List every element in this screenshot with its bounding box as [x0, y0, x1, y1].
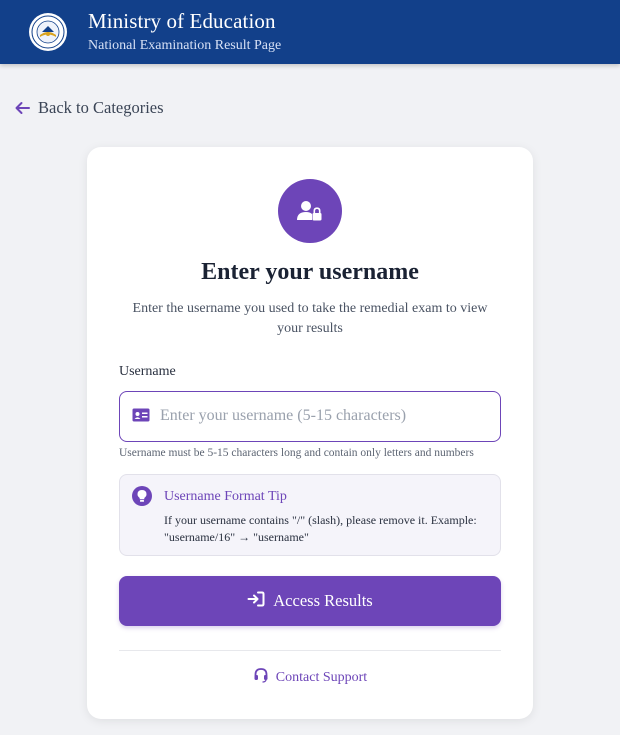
- divider: [119, 650, 501, 651]
- headset-icon: [253, 667, 269, 688]
- access-results-button[interactable]: Access Results: [119, 576, 501, 626]
- header-subtitle: National Examination Result Page: [88, 38, 282, 53]
- contact-support-label: Contact Support: [275, 669, 368, 685]
- username-label: Username: [119, 364, 176, 379]
- tip-title: Username Format Tip: [164, 489, 287, 504]
- sign-in-icon: [247, 591, 265, 612]
- username-card: Enter your username Enter the username y…: [87, 147, 533, 719]
- card-description: Enter the username you used to take the …: [132, 301, 488, 336]
- username-tip-box: Username Format Tip If your username con…: [119, 474, 501, 556]
- username-hint: Username must be 5-15 characters long an…: [119, 447, 474, 459]
- tip-text: If your username contains "/" (slash), p…: [164, 513, 477, 544]
- back-link-label: Back to Categories: [38, 98, 164, 117]
- arrow-left-icon: [14, 100, 30, 116]
- id-card-icon: [132, 408, 150, 427]
- user-lock-icon: [278, 179, 342, 243]
- contact-support-link[interactable]: Contact Support: [87, 667, 533, 688]
- access-results-label: Access Results: [273, 591, 373, 610]
- username-input[interactable]: [160, 392, 490, 440]
- lightbulb-icon: [132, 486, 152, 511]
- ministry-seal-icon: [28, 12, 68, 52]
- card-title: Enter your username: [201, 259, 419, 285]
- app-header: Ministry of Education National Examinati…: [0, 0, 620, 64]
- header-title: Ministry of Education: [88, 9, 276, 33]
- username-field[interactable]: [119, 391, 501, 442]
- back-to-categories-link[interactable]: Back to Categories: [14, 98, 164, 118]
